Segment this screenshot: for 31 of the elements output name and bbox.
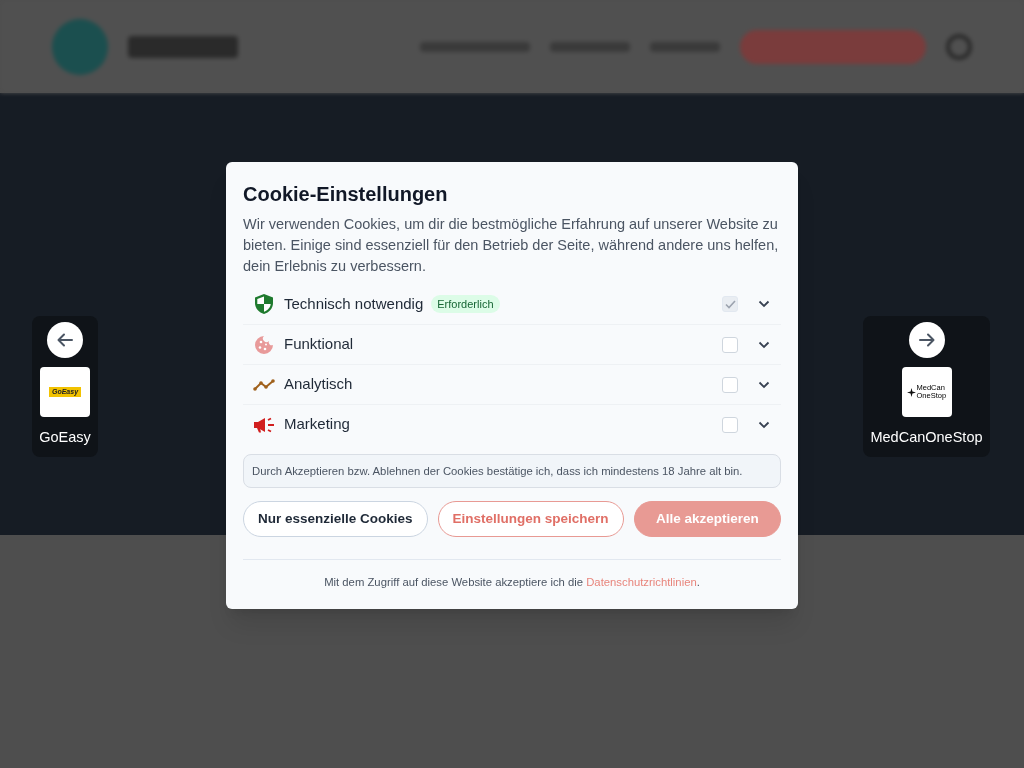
partner-name: MedCanOneStop — [870, 428, 983, 447]
category-checkbox[interactable] — [722, 416, 738, 433]
category-label: Technisch notwendig — [284, 293, 424, 314]
previous-button[interactable] — [47, 322, 83, 358]
category-label: Analytisch — [284, 374, 353, 395]
chevron-icon — [758, 380, 770, 389]
required-badge: Erforderlich — [431, 294, 500, 314]
next-button[interactable] — [908, 322, 945, 358]
line-chart-icon — [253, 378, 275, 391]
save-settings-button[interactable]: Einstellungen speichern — [437, 501, 624, 537]
chevron-icon — [758, 340, 770, 349]
footer-text: Mit dem Zugriff auf diese Website akzeptiere ich die Datenschutzrichtlinien. — [324, 576, 700, 588]
age-notice: Durch Akzeptieren bzw. Ablehnen der Cookies bestätige ich, dass ich mindestens 18 Jahre alt bin. — [243, 454, 781, 488]
category-checkbox[interactable] — [722, 336, 738, 353]
category-checkbox[interactable] — [722, 376, 738, 393]
essential-only-button[interactable]: Nur essenzielle Cookies — [243, 501, 428, 537]
arrow-right-icon — [917, 331, 936, 349]
chevron-icon — [758, 420, 770, 429]
chevron-icon — [758, 300, 770, 308]
check-icon — [724, 299, 736, 309]
megaphone-icon — [253, 416, 275, 433]
privacy-link[interactable]: Datenschutzrichtlinien — [586, 576, 697, 588]
dialog-title: Cookie-Einstellungen — [243, 182, 449, 206]
arrow-left-icon — [56, 331, 74, 349]
cookie-icon — [254, 334, 274, 355]
partner-name: GoEasy — [39, 428, 91, 447]
shield-icon — [254, 293, 274, 315]
category-label: Funktional — [284, 334, 354, 355]
accept-all-button[interactable]: Alle akzeptieren — [633, 501, 781, 537]
dialog-description: Wir verwenden Cookies, um dir die bestmögliche Erfahrung auf unserer Website zu bieten. Einige sind essenziell für den Betrieb der Seite, während andere uns helfen, dein Erlebnis zu verbessern. — [243, 215, 780, 276]
category-label: Marketing — [284, 414, 350, 435]
